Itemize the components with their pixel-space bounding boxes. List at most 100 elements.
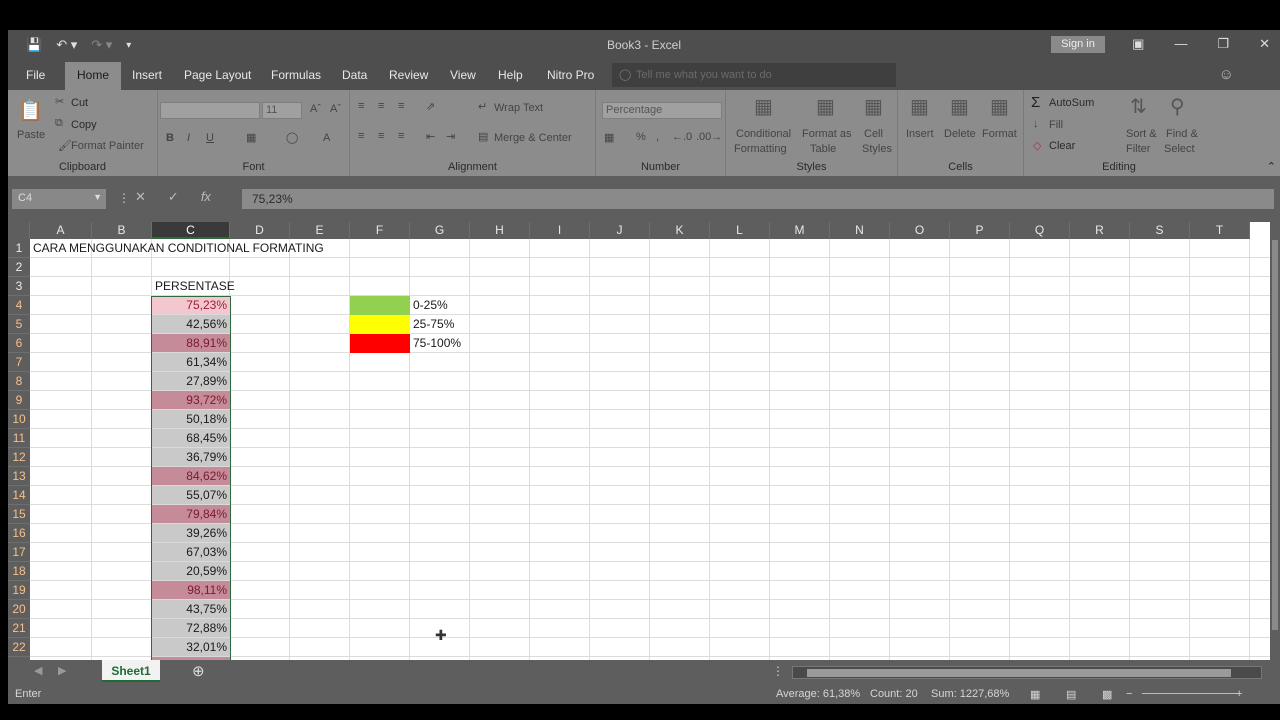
fill-color-icon[interactable]: ◯	[286, 131, 298, 144]
column-header-s[interactable]: S	[1130, 222, 1190, 239]
paste-button[interactable]: Paste	[17, 129, 45, 141]
horizontal-scroll-thumb[interactable]	[807, 669, 1231, 677]
cancel-entry-icon[interactable]: ✕	[135, 189, 146, 205]
borders-icon[interactable]: ▦	[246, 131, 256, 144]
top-align-icon[interactable]: ≡	[358, 100, 364, 112]
column-header-a[interactable]: A	[30, 222, 92, 239]
cut-icon[interactable]: ✂	[55, 95, 64, 108]
find-select-icon[interactable]: ⚲	[1170, 94, 1185, 119]
cell-a1[interactable]: CARA MENGGUNAKAN CONDITIONAL FORMATING	[33, 239, 324, 258]
autosum-icon[interactable]: Σ	[1031, 94, 1040, 111]
row-header-8[interactable]: 8	[8, 372, 30, 391]
select-all-corner[interactable]	[8, 222, 30, 239]
merge-center-button[interactable]: Merge & Center	[494, 132, 572, 144]
insert-cells-button[interactable]: Insert	[906, 128, 934, 140]
sort-filter-line2[interactable]: Filter	[1126, 143, 1150, 155]
merge-icon[interactable]: ▤	[478, 130, 488, 143]
format-as-table-icon[interactable]: ▦	[816, 94, 835, 119]
column-header-b[interactable]: B	[92, 222, 152, 239]
tab-nitro-pro[interactable]: Nitro Pro	[547, 68, 594, 82]
comma-style-icon[interactable]: ,	[656, 131, 659, 143]
insert-function-icon[interactable]: fx	[201, 189, 211, 205]
confirm-entry-icon[interactable]: ✓	[168, 189, 179, 205]
legend-swatch-2[interactable]	[350, 315, 410, 334]
tab-view[interactable]: View	[450, 68, 476, 82]
normal-view-icon[interactable]: ▦	[1030, 688, 1040, 701]
page-layout-view-icon[interactable]: ▤	[1066, 688, 1076, 701]
cut-button[interactable]: Cut	[71, 97, 88, 109]
format-painter-icon[interactable]: 🖌	[58, 139, 72, 152]
find-select-line2[interactable]: Select	[1164, 143, 1195, 155]
delete-cells-icon[interactable]: ▦	[950, 94, 969, 119]
paste-icon[interactable]: 📋	[18, 98, 43, 123]
row-header-3[interactable]: 3	[8, 277, 30, 296]
column-header-e[interactable]: E	[290, 222, 350, 239]
cell-c3[interactable]: PERSENTASE	[155, 277, 235, 296]
tab-review[interactable]: Review	[389, 68, 428, 82]
column-header-m[interactable]: M	[770, 222, 830, 239]
vertical-scrollbar[interactable]	[1270, 222, 1280, 660]
decrease-font-icon[interactable]: Aˇ	[330, 103, 341, 115]
column-header-i[interactable]: I	[530, 222, 590, 239]
bold-icon[interactable]: B	[166, 132, 174, 144]
font-name-box[interactable]	[160, 102, 260, 119]
new-sheet-icon[interactable]: ⊕	[192, 662, 205, 680]
row-header-22[interactable]: 22	[8, 638, 30, 657]
sheet-tab-sheet1[interactable]: Sheet1	[102, 660, 160, 682]
column-header-c[interactable]: C	[152, 222, 230, 239]
scroll-left-icon[interactable]: ◀	[34, 664, 42, 677]
underline-icon[interactable]: U	[206, 132, 214, 144]
column-header-g[interactable]: G	[410, 222, 470, 239]
copy-icon[interactable]: ⧉	[55, 117, 63, 130]
ribbon-display-options-icon[interactable]: ▣	[1132, 36, 1144, 52]
tab-file[interactable]: File	[26, 68, 45, 82]
row-header-10[interactable]: 10	[8, 410, 30, 429]
page-break-view-icon[interactable]: ▩	[1102, 688, 1112, 701]
column-header-f[interactable]: F	[350, 222, 410, 239]
row-header-20[interactable]: 20	[8, 600, 30, 619]
conditional-formatting-icon[interactable]: ▦	[754, 94, 773, 119]
restore-icon[interactable]: ❐	[1217, 36, 1229, 52]
row-header-7[interactable]: 7	[8, 353, 30, 372]
format-as-table-line2[interactable]: Table	[810, 143, 836, 155]
insert-cells-icon[interactable]: ▦	[910, 94, 929, 119]
scroll-right-icon[interactable]: ▶	[58, 664, 66, 677]
row-header-9[interactable]: 9	[8, 391, 30, 410]
row-header-21[interactable]: 21	[8, 619, 30, 638]
legend-swatch-3[interactable]	[350, 334, 410, 353]
row-header-19[interactable]: 19	[8, 581, 30, 600]
format-painter-button[interactable]: Format Painter	[71, 140, 144, 152]
italic-icon[interactable]: I	[187, 132, 190, 144]
row-header-17[interactable]: 17	[8, 543, 30, 562]
cell-g6[interactable]: 75-100%	[413, 334, 461, 353]
row-header-15[interactable]: 15	[8, 505, 30, 524]
row-header-5[interactable]: 5	[8, 315, 30, 334]
font-color-icon[interactable]: A	[323, 132, 330, 144]
format-cells-button[interactable]: Format	[982, 128, 1017, 140]
vertical-scroll-thumb[interactable]	[1272, 240, 1278, 630]
horizontal-scrollbar[interactable]	[792, 666, 1262, 679]
wrap-text-icon[interactable]: ↵	[478, 100, 487, 113]
tab-insert[interactable]: Insert	[132, 68, 162, 82]
increase-indent-icon[interactable]: ⇥	[446, 130, 455, 143]
row-header-16[interactable]: 16	[8, 524, 30, 543]
decrease-decimal-icon[interactable]: .00→	[696, 131, 722, 143]
conditional-formatting-line1[interactable]: Conditional	[736, 128, 791, 140]
column-header-p[interactable]: P	[950, 222, 1010, 239]
tab-page-layout[interactable]: Page Layout	[184, 68, 251, 82]
sort-filter-icon[interactable]: ⇅	[1130, 94, 1147, 119]
sign-in-button[interactable]: Sign in	[1051, 36, 1105, 53]
column-header-t[interactable]: T	[1190, 222, 1250, 239]
row-header-18[interactable]: 18	[8, 562, 30, 581]
row-header-1[interactable]: 1	[8, 239, 30, 258]
row-header-13[interactable]: 13	[8, 467, 30, 486]
close-icon[interactable]: ✕	[1259, 36, 1270, 52]
cell-g5[interactable]: 25-75%	[413, 315, 454, 334]
account-icon[interactable]: ☺	[1219, 66, 1234, 83]
align-center-icon[interactable]: ≡	[378, 130, 384, 142]
column-header-r[interactable]: R	[1070, 222, 1130, 239]
column-header-d[interactable]: D	[230, 222, 290, 239]
column-header-n[interactable]: N	[830, 222, 890, 239]
column-header-q[interactable]: Q	[1010, 222, 1070, 239]
format-as-table-line1[interactable]: Format as	[802, 128, 852, 140]
